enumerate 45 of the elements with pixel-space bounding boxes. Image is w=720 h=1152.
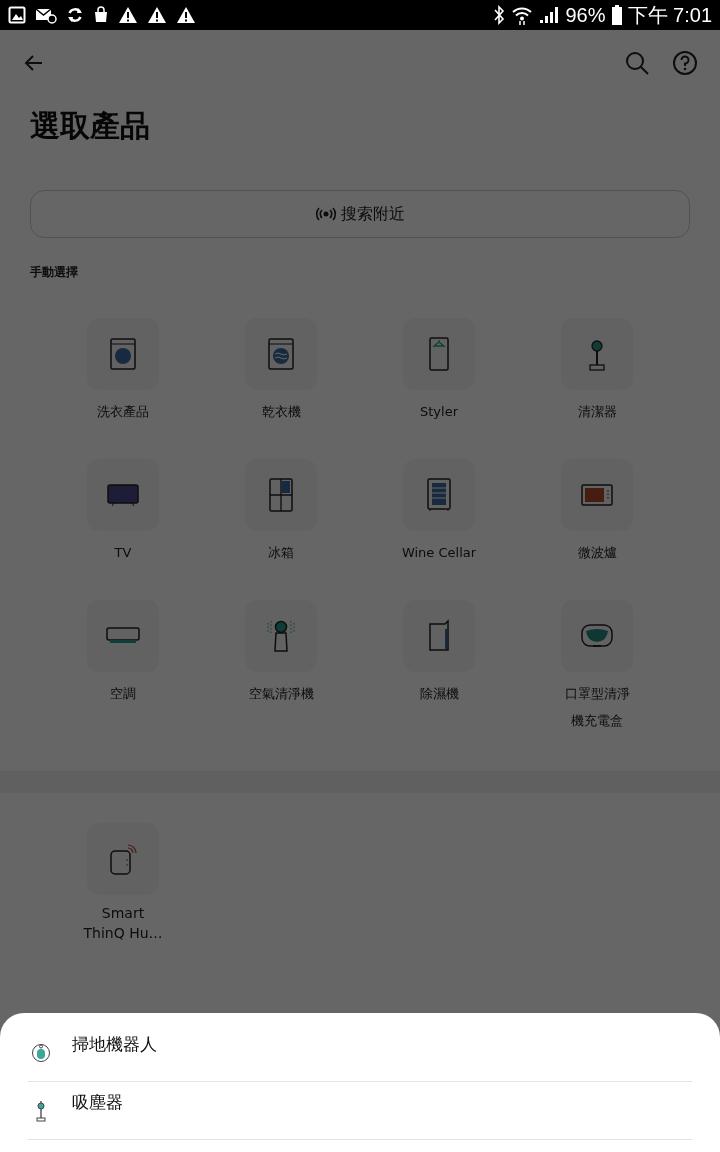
mail-icon [35, 6, 57, 24]
fridge-icon [269, 478, 293, 512]
product-item[interactable]: 微波爐 [518, 459, 676, 566]
product-item[interactable]: Wine Cellar [360, 459, 518, 566]
shopping-bag-icon [93, 6, 109, 24]
product-item[interactable]: 乾衣機 [202, 318, 360, 425]
section-label: 手動選擇 [30, 264, 79, 281]
product-item[interactable]: 空氣清淨機 [202, 600, 360, 734]
hub-icon [109, 843, 137, 875]
washer-icon [110, 338, 136, 370]
dehumidifier-icon [428, 619, 450, 653]
search-icon [624, 50, 650, 76]
wifi-icon [511, 5, 534, 25]
help-icon [672, 50, 698, 76]
wardrobe-icon [429, 337, 449, 371]
wine-cabinet-icon [427, 478, 451, 512]
tv-icon [107, 483, 139, 507]
product-item[interactable]: 洗衣產品 [44, 318, 202, 425]
stick-vacuum-icon [587, 337, 607, 371]
air-purifier-icon [265, 618, 297, 654]
battery-percentage: 96% [565, 3, 606, 27]
product-item[interactable]: 除濕機 [360, 600, 518, 734]
product-item[interactable]: Smart ThinQ Hu… [44, 823, 202, 943]
product-item[interactable]: 清潔器 [518, 318, 676, 425]
mask-case-icon [581, 623, 613, 649]
product-item[interactable]: 口罩型清淨機充電盒 [518, 600, 676, 734]
warning-icon [118, 6, 138, 24]
scan-nearby-button[interactable]: 搜索附近 [30, 190, 690, 238]
product-item[interactable]: TV [44, 459, 202, 566]
microwave-icon [581, 483, 613, 507]
gallery-icon [8, 6, 26, 24]
page-title: 選取產品 [30, 107, 151, 145]
signal-icon [539, 6, 560, 24]
sync-icon [66, 6, 84, 24]
clock: 下午 7:01 [627, 2, 712, 28]
broadcast-icon [315, 207, 337, 221]
product-item[interactable]: 冰箱 [202, 459, 360, 566]
product-item[interactable]: Styler [360, 318, 518, 425]
warning-icon [176, 6, 196, 24]
air-conditioner-icon [106, 626, 140, 646]
dryer-icon [268, 338, 294, 370]
warning-icon [147, 6, 167, 24]
bluetooth-icon [493, 5, 506, 25]
product-item[interactable]: 空調 [44, 600, 202, 734]
battery-icon [611, 5, 622, 25]
